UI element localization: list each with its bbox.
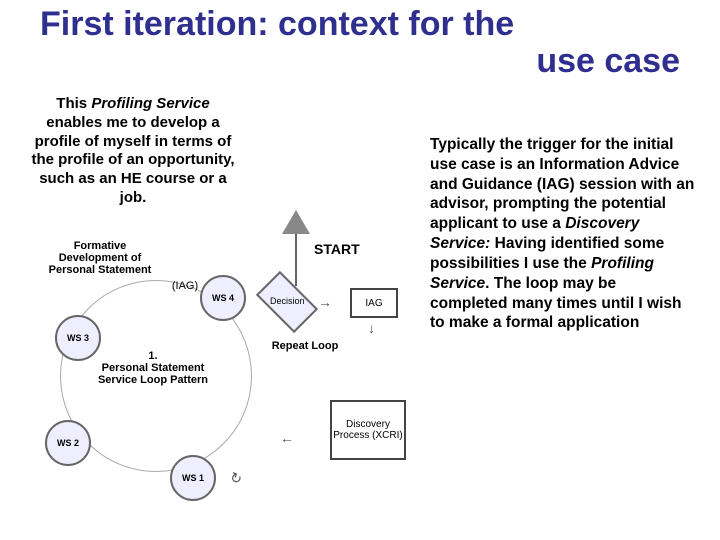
formative-label: Formative Development of Personal Statem… — [40, 240, 160, 276]
ws3-label: WS 3 — [67, 333, 89, 343]
left-service-name: Profiling Service — [91, 95, 209, 112]
left-post: enables me to develop a profile of mysel… — [31, 114, 234, 206]
start-triangle-icon — [282, 210, 310, 234]
start-line — [295, 234, 297, 286]
ws1-label: WS 1 — [182, 473, 204, 483]
iag-small-label: (IAG) — [165, 280, 205, 292]
arrow-left-icon: ← — [280, 430, 294, 446]
repeat-loop-label: Repeat Loop — [260, 340, 350, 352]
loop-diagram: START Formative Development of Personal … — [50, 220, 420, 520]
arrow-down-icon: ↓ — [368, 320, 375, 336]
ws4-label: WS 4 — [212, 293, 234, 303]
left-description: This Profiling Service enables me to dev… — [28, 95, 238, 208]
discovery-box: Discovery Process (XCRI) — [330, 400, 406, 460]
title-line1: First iteration: context for the — [40, 5, 514, 43]
left-pre: This — [56, 95, 91, 112]
arrow-loop-icon: ↻ — [227, 469, 244, 489]
decision-label: Decision — [270, 297, 305, 307]
ws4-node: WS 4 — [200, 275, 246, 321]
right-description: Typically the trigger for the initial us… — [430, 135, 695, 333]
iag-box: IAG — [350, 288, 398, 318]
title-line2: use case — [40, 43, 690, 80]
ws2-label: WS 2 — [57, 438, 79, 448]
arrow-icon: → — [318, 294, 332, 310]
ws2-node: WS 2 — [45, 420, 91, 466]
right-p1: Typically the trigger for the initial us… — [430, 136, 694, 232]
loop-title-label: 1. Personal Statement Service Loop Patte… — [88, 350, 218, 386]
decision-node: Decision — [256, 271, 318, 333]
iag-box-label: IAG — [365, 298, 382, 309]
discovery-label: Discovery Process (XCRI) — [332, 419, 404, 441]
slide-title: First iteration: context for the use cas… — [40, 6, 690, 81]
start-label: START — [314, 242, 360, 257]
ws1-node: WS 1 — [170, 455, 216, 501]
